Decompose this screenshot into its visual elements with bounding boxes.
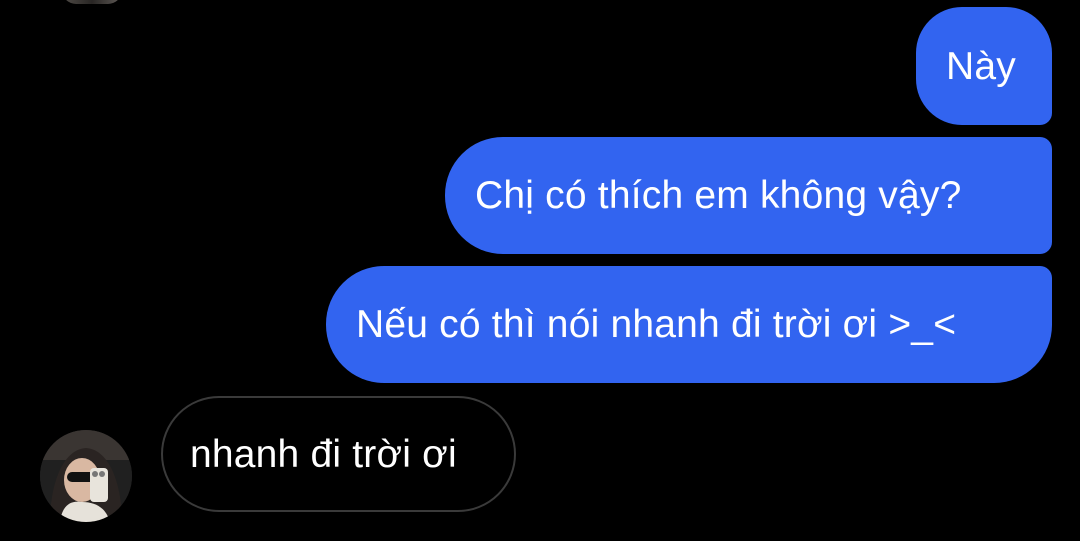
avatar-photo-icon [40, 430, 132, 522]
previous-avatar-fragment [62, 0, 122, 4]
message-text: Nếu có thì nói nhanh đi trời ơi >_< [356, 303, 957, 346]
message-text: Này [946, 44, 1016, 88]
contact-avatar[interactable] [40, 430, 132, 522]
message-text: Chị có thích em không vậy? [475, 174, 962, 217]
outgoing-message-bubble[interactable]: Nếu có thì nói nhanh đi trời ơi >_< [326, 266, 1052, 383]
outgoing-message-bubble[interactable]: Này [916, 7, 1052, 125]
incoming-message-bubble[interactable]: nhanh đi trời ơi [161, 396, 516, 512]
message-text: nhanh đi trời ơi [190, 432, 457, 476]
outgoing-message-bubble[interactable]: Chị có thích em không vậy? [445, 137, 1052, 254]
